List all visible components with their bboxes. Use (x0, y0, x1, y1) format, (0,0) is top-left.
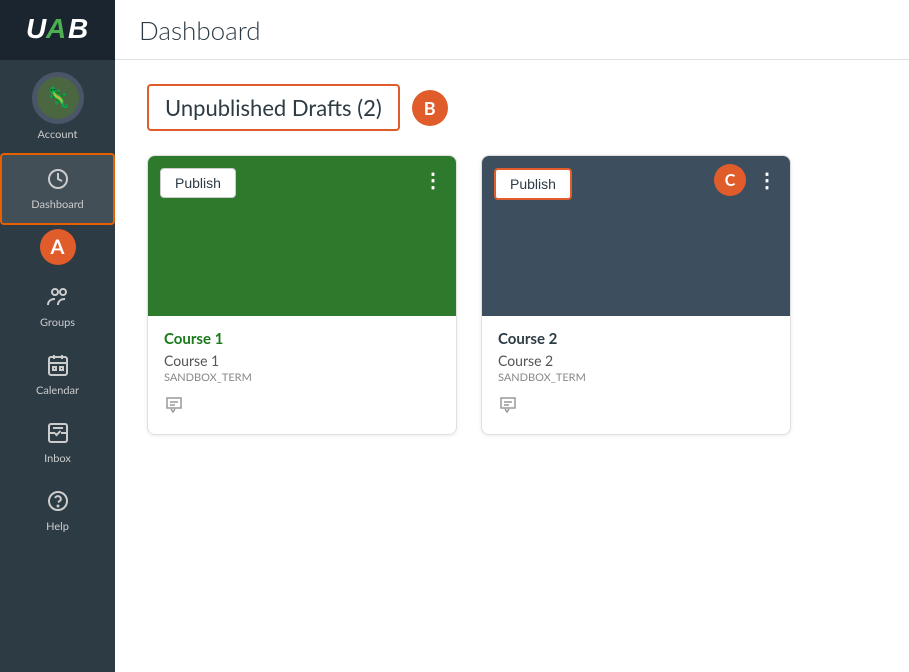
publish-button-2[interactable]: Publish (494, 168, 572, 200)
badge-b-text: B (424, 97, 436, 119)
sidebar-item-account-label: Account (38, 128, 78, 141)
course-card-1: Publish ⋮ Course 1 Course 1 SANDBOX_TERM (147, 155, 457, 435)
card-course-name-2[interactable]: Course 2 (498, 330, 774, 348)
top-bar: Dashboard (115, 0, 909, 60)
card-term-2: SANDBOX_TERM (498, 371, 774, 384)
badge-c[interactable]: C (714, 164, 746, 196)
content-area: Unpublished Drafts (2) B Publish ⋮ Cours… (115, 60, 909, 672)
main-content: Dashboard Unpublished Drafts (2) B Publi… (115, 0, 909, 672)
svg-text:🦎: 🦎 (45, 85, 70, 109)
sidebar-item-inbox[interactable]: Inbox (0, 409, 115, 477)
sidebar: U A B 🦎 Account Dashboard A (0, 0, 115, 672)
svg-text:B: B (68, 13, 88, 44)
card-image-2: Publish C ⋮ (482, 156, 790, 316)
publish-button-1[interactable]: Publish (160, 168, 236, 198)
svg-text:A: A (45, 13, 65, 44)
avatar: 🦎 (32, 72, 84, 124)
card-course-name-1[interactable]: Course 1 (164, 330, 440, 348)
section-title: Unpublished Drafts (2) (147, 84, 400, 131)
badge-a[interactable]: A (40, 229, 76, 265)
card-body-1: Course 1 Course 1 SANDBOX_TERM (148, 316, 456, 434)
course-card-2: Publish C ⋮ Course 2 Course 2 SANDBOX_TE… (481, 155, 791, 435)
card-image-1: Publish ⋮ (148, 156, 456, 316)
sidebar-item-dashboard[interactable]: Dashboard (0, 153, 115, 225)
calendar-icon (46, 353, 70, 380)
sidebar-item-dashboard-label: Dashboard (31, 198, 83, 211)
sidebar-item-account[interactable]: 🦎 Account (0, 60, 115, 153)
section-header: Unpublished Drafts (2) B (147, 84, 877, 131)
more-options-icon-2[interactable]: ⋮ (757, 170, 778, 190)
sidebar-item-inbox-label: Inbox (44, 452, 71, 465)
chat-icon-2[interactable] (498, 396, 518, 418)
cards-row: Publish ⋮ Course 1 Course 1 SANDBOX_TERM (147, 155, 877, 435)
more-options-icon-1[interactable]: ⋮ (423, 170, 444, 190)
sidebar-item-calendar-label: Calendar (36, 384, 79, 397)
logo-area: U A B (0, 0, 115, 60)
badge-c-text: C (725, 171, 736, 190)
inbox-icon (46, 421, 70, 448)
badge-a-text: A (51, 235, 65, 259)
card-body-2: Course 2 Course 2 SANDBOX_TERM (482, 316, 790, 434)
page-title: Dashboard (139, 14, 261, 46)
card-subtitle-2: Course 2 (498, 352, 774, 369)
card-subtitle-1: Course 1 (164, 352, 440, 369)
chat-icon-1[interactable] (164, 396, 184, 418)
sidebar-item-groups-label: Groups (40, 316, 75, 329)
sidebar-item-groups[interactable]: Groups (0, 273, 115, 341)
sidebar-item-help-label: Help (46, 520, 69, 533)
sidebar-item-calendar[interactable]: Calendar (0, 341, 115, 409)
badge-b[interactable]: B (412, 90, 448, 126)
card-term-1: SANDBOX_TERM (164, 371, 440, 384)
uab-logo: U A B (22, 8, 94, 52)
groups-icon (46, 285, 70, 312)
help-icon (46, 489, 70, 516)
sidebar-item-help[interactable]: Help (0, 477, 115, 545)
svg-text:U: U (26, 13, 47, 44)
dashboard-icon (46, 167, 70, 194)
